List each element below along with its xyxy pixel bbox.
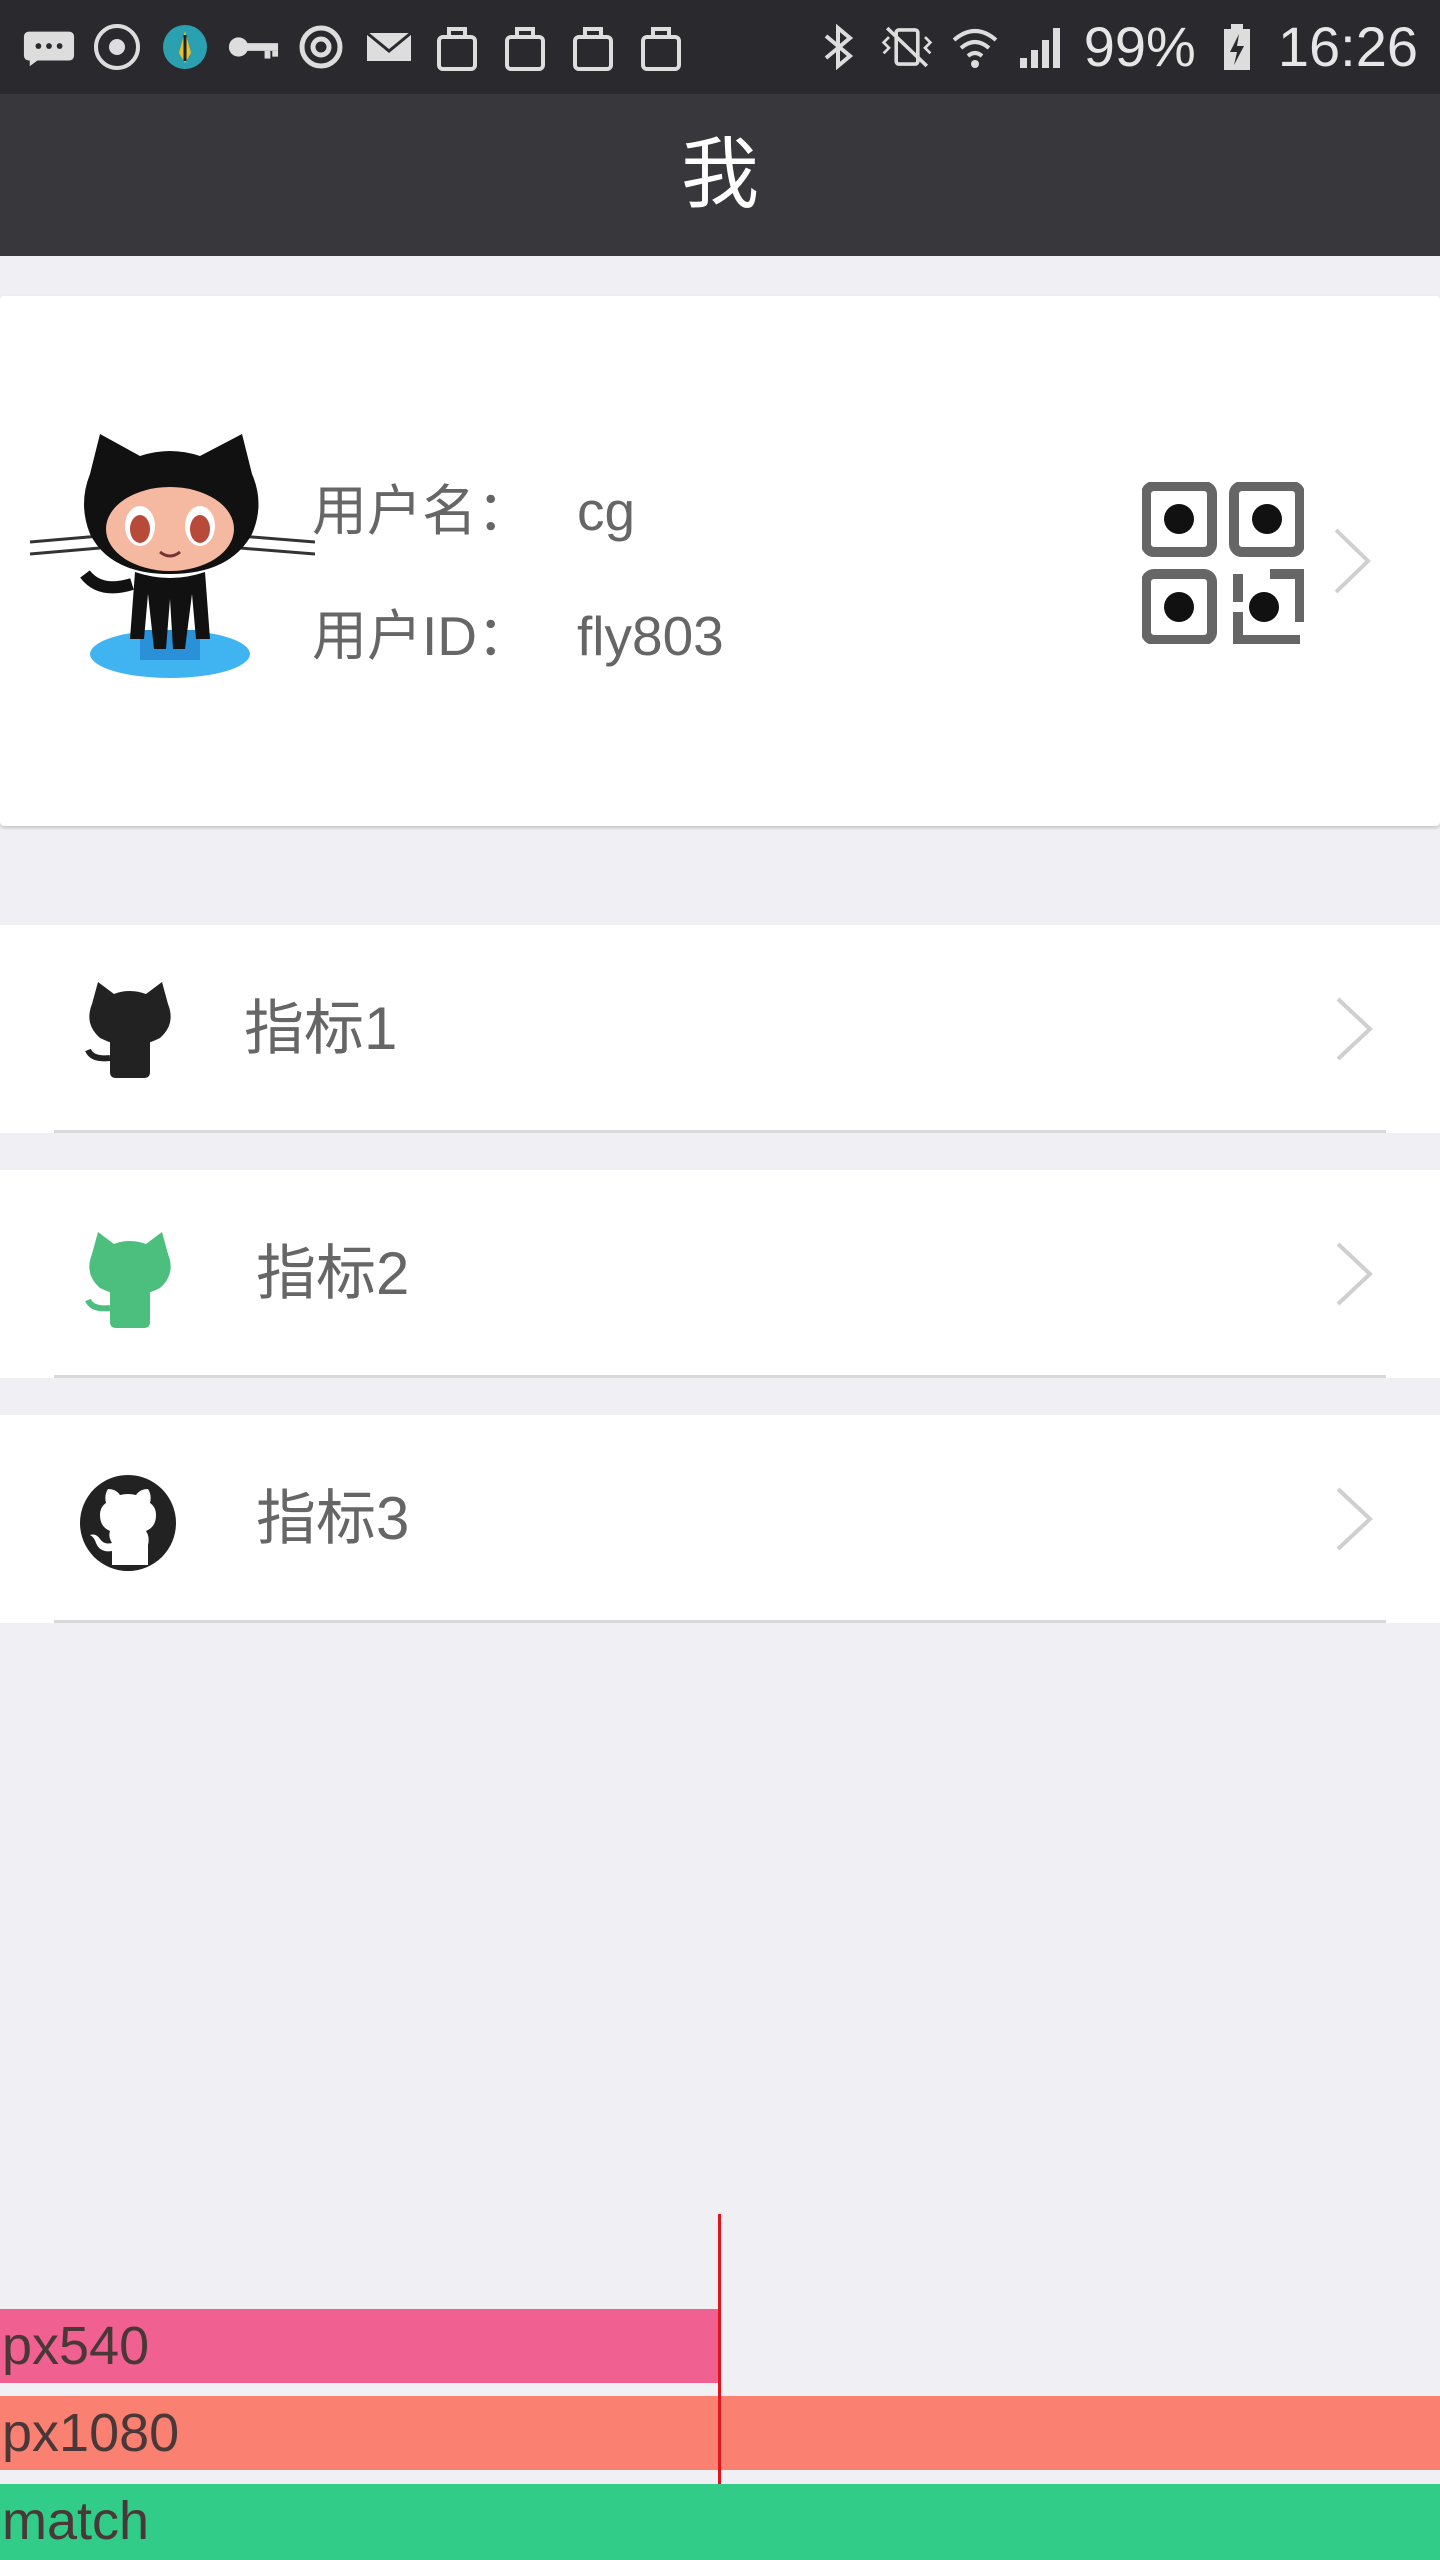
menu-item-metric-2[interactable]: 指标2 xyxy=(0,1170,1440,1378)
username-value: cg xyxy=(577,480,636,542)
battery-charging-icon xyxy=(1210,20,1264,74)
octocat-black-icon xyxy=(80,980,180,1080)
userid-value: fly803 xyxy=(577,605,724,667)
status-bar-notifications xyxy=(22,14,688,80)
bag-icon xyxy=(430,20,484,74)
status-bar-system: 99% 16:26 xyxy=(812,14,1418,80)
debug-bar-px540: px540 xyxy=(0,2309,720,2383)
page-title: 我 xyxy=(680,130,759,220)
sync-icon xyxy=(294,20,348,74)
spinner-app-icon xyxy=(90,20,144,74)
userid-row: 用户ID： fly803 xyxy=(312,591,724,671)
debug-bar-match: match xyxy=(0,2484,1440,2560)
feather-app-icon xyxy=(158,20,212,74)
bluetooth-icon xyxy=(812,20,866,74)
chevron-right-icon xyxy=(1330,995,1378,1063)
wifi-icon xyxy=(948,20,1002,74)
bag-icon xyxy=(566,20,620,74)
username-label: 用户名： xyxy=(312,480,533,542)
signal-icon xyxy=(1016,20,1070,74)
qr-code-icon[interactable] xyxy=(1141,481,1305,645)
divider xyxy=(54,1620,1386,1623)
github-circle-icon xyxy=(78,1473,178,1573)
status-bar: 99% 16:26 xyxy=(0,0,1440,94)
chevron-right-icon xyxy=(1330,526,1374,596)
bag-icon xyxy=(498,20,552,74)
menu-item-metric-1[interactable]: 指标1 xyxy=(0,925,1440,1133)
divider xyxy=(54,1375,1386,1378)
app-header: 我 xyxy=(0,94,1440,256)
octocat-green-icon xyxy=(80,1230,180,1330)
divider xyxy=(54,1130,1386,1133)
vibrate-icon xyxy=(880,20,934,74)
octocat-avatar-icon xyxy=(29,434,316,689)
clock: 16:26 xyxy=(1277,15,1418,78)
userid-label: 用户ID： xyxy=(312,605,533,667)
menu-item-metric-3[interactable]: 指标3 xyxy=(0,1415,1440,1623)
bag-icon xyxy=(634,20,688,74)
chevron-right-icon xyxy=(1330,1240,1378,1308)
battery-percent: 99% xyxy=(1083,15,1196,78)
message-icon xyxy=(22,20,76,74)
menu-item-label: 指标2 xyxy=(256,1240,410,1307)
mail-icon xyxy=(362,20,416,74)
menu-item-label: 指标1 xyxy=(244,995,398,1062)
center-guide-line xyxy=(718,2214,721,2484)
chevron-right-icon xyxy=(1330,1485,1378,1553)
menu-item-label: 指标3 xyxy=(256,1485,410,1552)
key-icon xyxy=(226,20,280,74)
profile-card[interactable]: 用户名： cg 用户ID： fly803 xyxy=(0,296,1440,826)
username-row: 用户名： cg xyxy=(312,466,635,546)
